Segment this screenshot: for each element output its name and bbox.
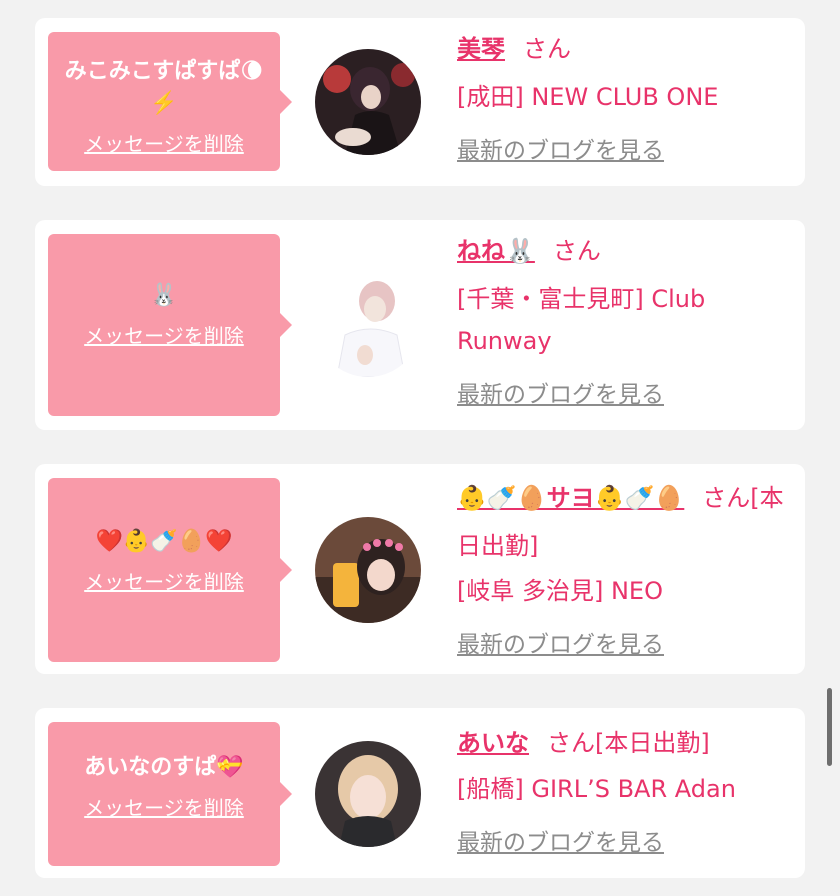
delete-message-link[interactable]: メッセージを削除: [84, 566, 244, 595]
favorite-card: あいなのすぱ💝 メッセージを削除 あいな さん[本日出勤] [船橋] GIRL’S…: [35, 708, 805, 878]
message-text: ❤️👶🍼🥚❤️: [95, 529, 233, 554]
message-text: みこみこすぱすぱ🌘⚡️: [64, 59, 264, 116]
message-bubble: あいなのすぱ💝 メッセージを削除: [48, 722, 292, 866]
latest-blog-link[interactable]: 最新のブログを見る: [457, 130, 664, 172]
cast-info: あいな さん[本日出勤] [船橋] GIRL’S BAR Adan 最新のブログを…: [457, 722, 787, 864]
delete-message-link[interactable]: メッセージを削除: [84, 320, 244, 349]
favorite-card: みこみこすぱすぱ🌘⚡️ メッセージを削除 美琴 さん [成田] NEW CLUB …: [35, 18, 805, 186]
shop-name: [船橋] GIRL’S BAR Adan: [457, 775, 736, 803]
cast-info: 👶🍼🥚サヨ👶🍼🥚 さん[本日出勤] [岐阜 多治見] NEO 最新のブログを見る: [457, 474, 787, 666]
delete-message-link[interactable]: メッセージを削除: [84, 792, 244, 821]
message-text: 🐰: [150, 283, 178, 308]
avatar[interactable]: [315, 271, 421, 377]
honorific: さん: [702, 484, 751, 512]
honorific: さん: [523, 35, 571, 63]
avatar-photo: [315, 517, 421, 623]
shop-name: [岐阜 多治見] NEO: [457, 577, 663, 605]
message-bubble: ❤️👶🍼🥚❤️ メッセージを削除: [48, 478, 292, 662]
favorite-card: ❤️👶🍼🥚❤️ メッセージを削除 👶🍼🥚サヨ👶🍼🥚 さん[本日出勤] [岐阜 多治…: [35, 464, 805, 674]
favorite-card: 🐰 メッセージを削除 ねね🐰 さん [千葉・富士見町] Club Runway 最…: [35, 220, 805, 430]
avatar[interactable]: [315, 49, 421, 155]
cast-name-link[interactable]: 👶🍼🥚サヨ👶🍼🥚: [457, 484, 684, 512]
message-bubble: 🐰 メッセージを削除: [48, 234, 292, 416]
cast-name-link[interactable]: 美琴: [457, 35, 505, 63]
avatar-photo: [315, 49, 421, 155]
honorific: さん: [547, 729, 595, 757]
avatar-photo: [315, 271, 421, 377]
avatar[interactable]: [315, 741, 421, 847]
cast-info: 美琴 さん [成田] NEW CLUB ONE 最新のブログを見る: [457, 28, 787, 172]
scrollbar[interactable]: [827, 688, 832, 766]
delete-message-link[interactable]: メッセージを削除: [84, 128, 244, 157]
favorites-list: みこみこすぱすぱ🌘⚡️ メッセージを削除 美琴 さん [成田] NEW CLUB …: [0, 0, 840, 896]
honorific: さん: [552, 237, 601, 265]
shop-name: [千葉・富士見町] Club Runway: [457, 285, 706, 355]
message-bubble: みこみこすぱすぱ🌘⚡️ メッセージを削除: [48, 32, 292, 171]
latest-blog-link[interactable]: 最新のブログを見る: [457, 374, 664, 416]
avatar-photo: [315, 741, 421, 847]
shop-name: [成田] NEW CLUB ONE: [457, 83, 719, 111]
cast-name-link[interactable]: あいな: [457, 729, 529, 757]
cast-name-link[interactable]: ねね🐰: [457, 237, 535, 265]
latest-blog-link[interactable]: 最新のブログを見る: [457, 822, 664, 864]
message-text: あいなのすぱ💝: [84, 755, 244, 780]
status-note: [本日出勤]: [595, 729, 710, 757]
latest-blog-link[interactable]: 最新のブログを見る: [457, 624, 664, 666]
avatar[interactable]: [315, 517, 421, 623]
cast-info: ねね🐰 さん [千葉・富士見町] Club Runway 最新のブログを見る: [457, 230, 787, 416]
